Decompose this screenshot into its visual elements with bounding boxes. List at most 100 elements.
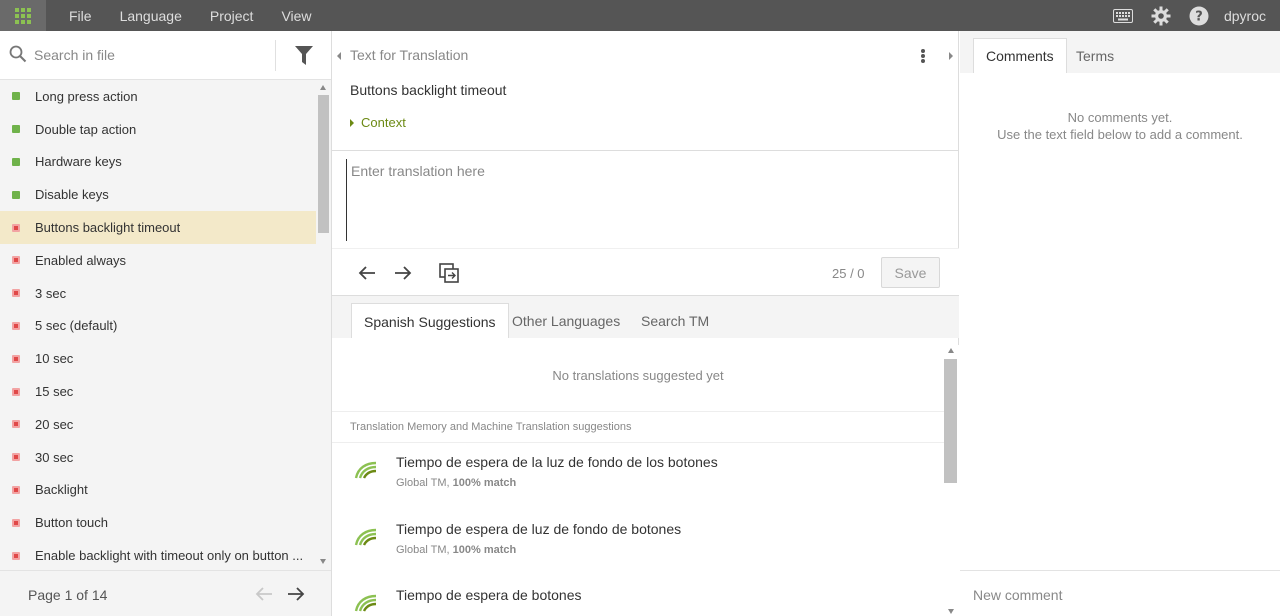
tab-other-languages[interactable]: Other Languages xyxy=(500,303,632,339)
string-list-item[interactable]: 3 sec xyxy=(0,277,316,310)
menu-language[interactable]: Language xyxy=(106,8,196,24)
translated-status-icon xyxy=(12,190,20,199)
divider xyxy=(332,150,959,151)
string-label: Enable backlight with timeout only on bu… xyxy=(35,548,304,564)
untranslated-status-icon xyxy=(12,289,20,298)
string-list-item[interactable]: Buttons backlight timeout xyxy=(0,211,316,244)
scroll-down-icon[interactable] xyxy=(320,559,326,564)
tab-comments[interactable]: Comments xyxy=(973,38,1067,73)
string-label: Hardware keys xyxy=(35,154,122,170)
string-list-item[interactable]: Enable backlight with timeout only on bu… xyxy=(0,539,316,568)
help-icon[interactable]: ? xyxy=(1188,5,1210,27)
string-list-item[interactable]: Long press action xyxy=(0,80,316,113)
menu-project[interactable]: Project xyxy=(196,8,268,24)
string-list-item[interactable]: 5 sec (default) xyxy=(0,310,316,343)
next-string-button[interactable] xyxy=(393,263,413,283)
string-list-item[interactable]: Enabled always xyxy=(0,244,316,277)
translation-input[interactable] xyxy=(346,159,942,241)
collapse-right-button[interactable] xyxy=(944,31,958,81)
tm-section-header: Translation Memory and Machine Translati… xyxy=(332,411,944,443)
tab-terms[interactable]: Terms xyxy=(1064,38,1126,73)
context-toggle[interactable]: Context xyxy=(350,115,406,130)
string-label: 20 sec xyxy=(35,416,74,432)
tab-spanish-suggestions[interactable]: Spanish Suggestions xyxy=(351,303,509,339)
suggestion-meta: Global TM, 100% match xyxy=(396,544,516,556)
string-label: Buttons backlight timeout xyxy=(35,220,181,236)
menu-view[interactable]: View xyxy=(267,8,325,24)
string-label: Button touch xyxy=(35,515,108,531)
collapse-left-button[interactable] xyxy=(332,31,346,81)
suggestions-area: No translations suggested yet Translatio… xyxy=(332,338,944,616)
top-bar: File Language Project View ? dpyroc xyxy=(0,0,1280,31)
next-page-button[interactable] xyxy=(287,586,305,605)
string-label: 3 sec xyxy=(35,285,67,301)
translated-status-icon xyxy=(12,157,20,166)
string-label: Double tap action xyxy=(35,121,137,137)
previous-string-button[interactable] xyxy=(357,263,377,283)
suggestion-source: Global TM, xyxy=(396,543,453,556)
gear-icon[interactable] xyxy=(1150,5,1172,27)
tm-suggestion-item[interactable]: Tiempo de espera de luz de fondo de boto… xyxy=(332,511,944,577)
caret-right-icon xyxy=(949,52,953,60)
crowdin-logo-icon xyxy=(354,460,378,483)
page-label: Page 1 of 14 xyxy=(28,587,108,603)
caret-left-icon xyxy=(337,52,341,60)
scrollbar-thumb[interactable] xyxy=(318,95,329,233)
editor-toolbar: 25 / 0 Save xyxy=(332,248,959,295)
string-list-item[interactable]: 30 sec xyxy=(0,441,316,474)
string-list-item[interactable]: Button touch xyxy=(0,506,316,539)
new-comment-input[interactable] xyxy=(973,583,1263,607)
string-label: Enabled always xyxy=(35,252,127,268)
more-options-icon[interactable] xyxy=(918,46,928,66)
empty-comments-line: No comments yet. xyxy=(1067,110,1173,125)
string-label: Disable keys xyxy=(35,187,109,203)
apps-menu-button[interactable] xyxy=(0,0,46,31)
scrollbar-thumb[interactable] xyxy=(944,359,957,483)
tm-suggestion-item[interactable]: Tiempo de espera de botones xyxy=(332,577,944,616)
string-list-item[interactable]: 15 sec xyxy=(0,375,316,408)
string-list-item[interactable]: 10 sec xyxy=(0,342,316,375)
strings-panel: Long press action Double tap action Hardwa… xyxy=(0,31,332,616)
filter-icon[interactable] xyxy=(295,46,313,68)
section-title: Text for Translation xyxy=(350,47,469,63)
search-icon xyxy=(9,45,27,66)
top-right-tools: ? dpyroc xyxy=(1096,0,1266,31)
copy-source-icon[interactable] xyxy=(439,263,459,283)
scroll-down-icon[interactable] xyxy=(948,609,954,614)
empty-comments-text: No comments yet. Use the text field belo… xyxy=(960,109,1280,143)
scroll-up-icon[interactable] xyxy=(320,85,326,90)
suggestion-text: Tiempo de espera de luz de fondo de boto… xyxy=(396,520,682,537)
untranslated-status-icon xyxy=(12,387,20,396)
string-list-item[interactable]: Double tap action xyxy=(0,113,316,146)
tm-suggestion-item[interactable]: Tiempo de espera de la luz de fondo de l… xyxy=(332,444,944,510)
save-button[interactable]: Save xyxy=(881,257,940,288)
string-list-item[interactable]: Disable keys xyxy=(0,178,316,211)
untranslated-status-icon xyxy=(12,551,20,560)
string-list-item[interactable]: Hardware keys xyxy=(0,146,316,179)
suggestion-text: Tiempo de espera de botones xyxy=(396,587,582,603)
grid-icon xyxy=(15,7,31,24)
menu-file[interactable]: File xyxy=(55,8,106,24)
strings-scrollbar[interactable] xyxy=(316,80,331,568)
character-counter: 25 / 0 xyxy=(832,266,865,281)
scroll-up-icon[interactable] xyxy=(948,348,954,353)
new-comment-bar xyxy=(960,570,1280,616)
search-input[interactable] xyxy=(34,44,264,66)
untranslated-status-icon xyxy=(12,518,20,527)
tab-search-tm[interactable]: Search TM xyxy=(629,303,721,339)
editor-panel: Text for Translation Buttons backlight t… xyxy=(332,31,959,616)
string-list-item[interactable]: Backlight xyxy=(0,474,316,507)
string-label: 30 sec xyxy=(35,449,74,465)
comments-panel: Comments Terms No comments yet. Use the … xyxy=(960,31,1280,616)
user-name[interactable]: dpyroc xyxy=(1224,8,1266,24)
keyboard-icon[interactable] xyxy=(1112,5,1134,27)
string-list-item[interactable]: 20 sec xyxy=(0,408,316,441)
suggestion-meta: Global TM, 100% match xyxy=(396,477,516,489)
suggestion-text: Tiempo de espera de la luz de fondo de l… xyxy=(396,454,718,470)
untranslated-status-icon xyxy=(12,321,20,330)
previous-page-button[interactable] xyxy=(255,586,273,605)
crowdin-logo-icon xyxy=(354,593,378,616)
suggestions-scrollbar[interactable] xyxy=(944,345,959,616)
caret-right-icon xyxy=(350,118,354,127)
string-label: 15 sec xyxy=(35,384,74,400)
